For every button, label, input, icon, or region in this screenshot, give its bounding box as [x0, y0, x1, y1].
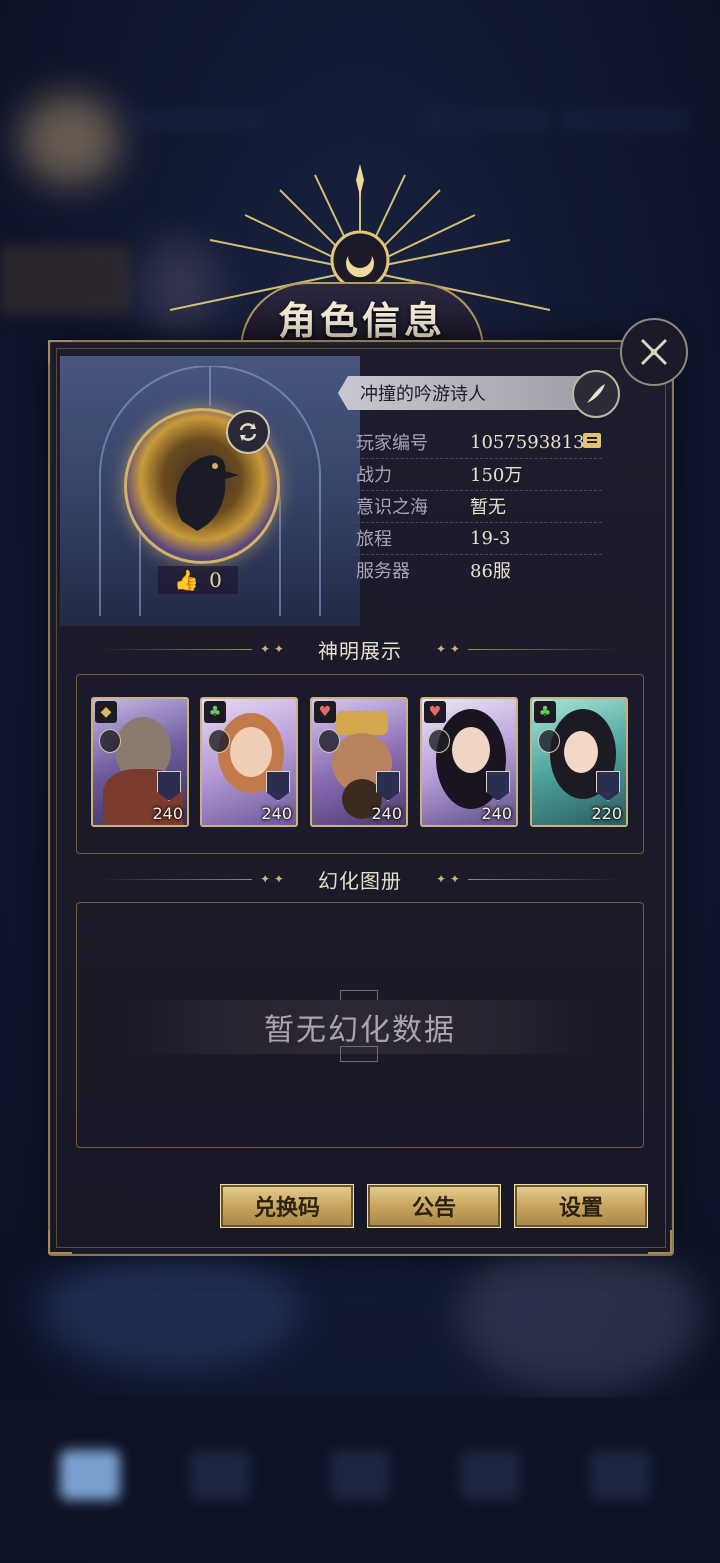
god-card[interactable]: ♥ 240	[420, 697, 518, 827]
info-key: 服务器	[356, 561, 410, 582]
info-value: 19-3	[470, 527, 511, 549]
ornament	[340, 1046, 378, 1062]
info-key: 玩家编号	[356, 433, 428, 454]
info-key: 意识之海	[356, 497, 428, 518]
info-row-server: 服务器 86服	[356, 554, 602, 586]
info-row-player-id: 玩家编号 10575938131	[356, 426, 602, 459]
nav-item[interactable]	[590, 1450, 650, 1500]
change-avatar-button[interactable]	[226, 410, 270, 454]
section-title: 神明展示	[318, 638, 402, 663]
close-button[interactable]	[620, 318, 688, 386]
quill-icon	[587, 384, 605, 403]
info-value: 150万	[470, 465, 523, 486]
card-level: 240	[481, 804, 512, 823]
info-row-journey: 旅程 19-3	[356, 522, 602, 555]
settings-button[interactable]: 设置	[514, 1184, 648, 1228]
rank-icon	[99, 729, 121, 753]
heart-icon: ♥	[424, 701, 446, 723]
club-icon: ♣	[534, 701, 556, 723]
god-card[interactable]: ♥ 240	[310, 697, 408, 827]
god-card[interactable]: ♣ 240	[200, 697, 298, 827]
nav-item[interactable]	[60, 1450, 120, 1500]
rank-icon	[208, 729, 230, 753]
info-value: 86服	[470, 561, 511, 582]
notice-button[interactable]: 公告	[367, 1184, 501, 1228]
player-name-plate: 冲撞的吟游诗人	[338, 376, 604, 410]
god-card[interactable]: ◆ 240	[91, 697, 189, 827]
info-key: 战力	[356, 465, 392, 486]
nav-item[interactable]	[460, 1450, 520, 1500]
thumbs-up-icon: 👍	[174, 568, 200, 592]
info-key: 旅程	[356, 529, 392, 550]
close-icon	[640, 338, 668, 366]
like-count: 0	[209, 568, 222, 592]
heart-icon: ♥	[314, 701, 336, 723]
nav-item[interactable]	[190, 1450, 250, 1500]
god-card[interactable]: ♣ 220	[530, 697, 628, 827]
diamond-icon: ◆	[95, 701, 117, 723]
info-value: 暂无	[470, 497, 506, 518]
section-title: 幻化图册	[318, 868, 402, 893]
rank-icon	[318, 729, 340, 753]
rank-icon	[428, 729, 450, 753]
edit-name-button[interactable]	[572, 370, 620, 418]
copy-icon[interactable]	[582, 430, 602, 450]
info-row-power: 战力 150万	[356, 458, 602, 491]
section-header-album: ✦ ✦ 幻化图册 ✦ ✦	[100, 864, 620, 894]
player-name: 冲撞的吟游诗人	[360, 384, 486, 405]
nav-item[interactable]	[330, 1450, 390, 1500]
like-button[interactable]: 👍 0	[158, 566, 238, 594]
card-level: 240	[261, 804, 292, 823]
refresh-icon	[239, 423, 257, 441]
card-level: 240	[152, 804, 183, 823]
club-icon: ♣	[204, 701, 226, 723]
rank-icon	[538, 729, 560, 753]
empty-state-text: 暂无幻化数据	[264, 1013, 456, 1048]
section-header-gods: ✦ ✦ 神明展示 ✦ ✦	[100, 634, 620, 664]
redeem-code-button[interactable]: 兑换码	[220, 1184, 354, 1228]
card-level: 220	[591, 804, 622, 823]
card-level: 240	[371, 804, 402, 823]
dialog-title: 角色信息	[277, 297, 446, 343]
info-row-sea: 意识之海 暂无	[356, 490, 602, 523]
info-value: 10575938131	[470, 431, 596, 453]
